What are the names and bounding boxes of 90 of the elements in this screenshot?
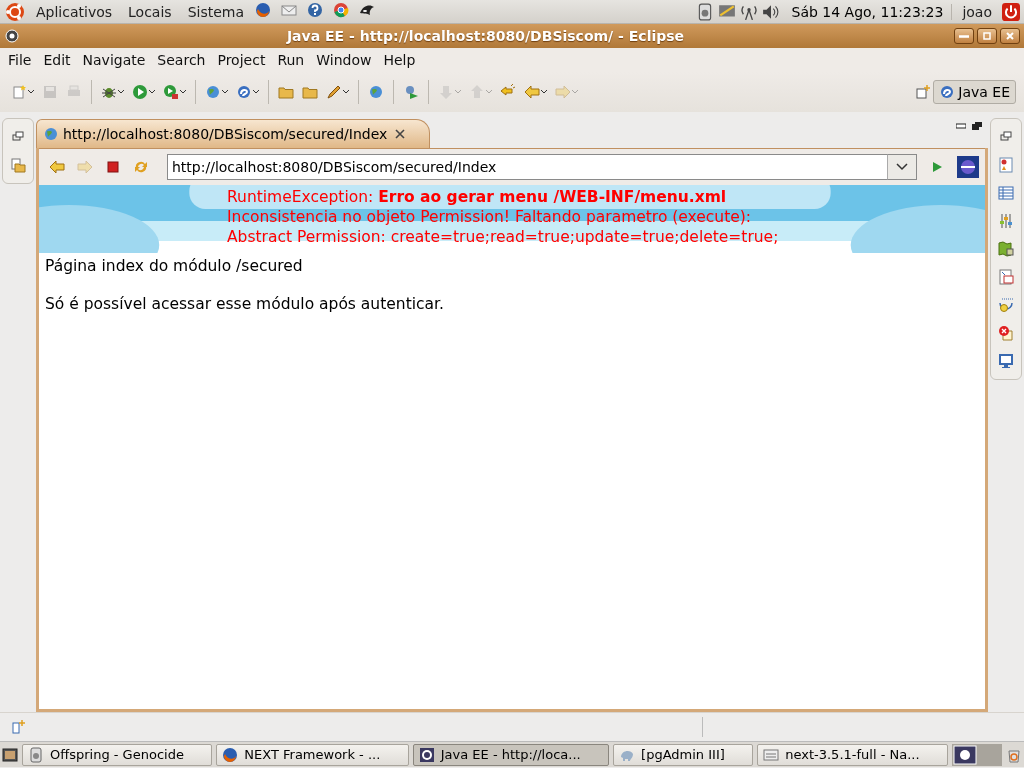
maximize-button[interactable] [977, 28, 997, 44]
caret-icon [541, 90, 547, 94]
menu-item[interactable]: Search [151, 52, 212, 68]
pen-icon [326, 84, 342, 100]
firefox-icon [222, 746, 239, 763]
ubuntu-logo-icon[interactable] [4, 0, 26, 23]
menu-item[interactable]: Edit [37, 52, 77, 68]
folder-icon [278, 84, 294, 100]
sliders-icon[interactable] [998, 213, 1014, 229]
taskbar-button[interactable]: next-3.5.1-full - Na... [757, 743, 948, 766]
workspace-switcher-icon[interactable] [952, 743, 1002, 766]
minimize-icon[interactable] [956, 122, 966, 130]
taskbar-button[interactable]: [pgAdmin III] [613, 743, 754, 766]
caret-icon [118, 90, 124, 94]
stop-icon[interactable] [105, 159, 121, 175]
menu-item[interactable]: File [2, 52, 38, 68]
caret-icon [28, 90, 34, 94]
taskbar-button[interactable]: NEXT Framework - ... [216, 743, 409, 766]
panel-menu[interactable]: Aplicativos [30, 3, 119, 20]
caret-icon [455, 90, 461, 94]
clock[interactable]: Sáb 14 Ago, 11:23:23 [783, 3, 953, 20]
document-icon[interactable] [998, 269, 1014, 285]
caret-icon [222, 90, 228, 94]
perspective-icon [939, 84, 956, 100]
save-icon [42, 84, 58, 100]
file-manager-icon [763, 746, 780, 763]
close-icon [1005, 31, 1015, 41]
power-icon[interactable] [1002, 2, 1020, 21]
page-heading: Página index do módulo /secured [45, 257, 304, 275]
perspective-button[interactable]: Java EE [933, 80, 1016, 104]
folder-icon [302, 84, 318, 100]
window-menu-icon[interactable] [4, 28, 20, 44]
caret-icon [343, 90, 349, 94]
user-name[interactable]: joao [956, 3, 998, 20]
error-log-icon[interactable] [998, 325, 1014, 341]
folder-icon[interactable] [10, 157, 26, 173]
forward-arrow-icon [555, 84, 571, 100]
window-title: Java EE - http://localhost:8080/DBSiscom/ - Eclipse [285, 28, 686, 44]
menu-item[interactable]: Navigate [76, 52, 152, 68]
console-icon[interactable] [998, 353, 1014, 369]
menu-item[interactable]: Window [310, 52, 378, 68]
caret-icon [149, 90, 155, 94]
error-message: RuntimeException: Erro ao gerar menu /WEB-INF/menu.xml [227, 187, 728, 207]
back-arrow-icon [524, 84, 540, 100]
caret-icon [486, 90, 492, 94]
menu-item[interactable]: Project [211, 52, 272, 68]
chrome-icon[interactable] [333, 1, 350, 18]
panel-menu[interactable]: Sistema [181, 3, 251, 20]
firefox-icon[interactable] [255, 1, 272, 18]
maximize-icon[interactable] [972, 122, 982, 130]
deploy-icon [403, 84, 419, 100]
taskbar-button[interactable]: Offspring - Genocide [22, 743, 213, 766]
panel-menu[interactable]: Locais [122, 3, 178, 20]
speaker-icon [28, 746, 44, 763]
servers-icon[interactable] [998, 157, 1014, 173]
caret-icon [253, 90, 259, 94]
eclipse-icon[interactable] [957, 156, 979, 178]
up-arrow-icon [469, 84, 485, 100]
error-message: Abstract Permission: create=true;read=true;update=true;delete=true; [227, 227, 780, 247]
minimize-button[interactable] [954, 28, 974, 44]
gauge-icon[interactable] [998, 297, 1014, 313]
fast-view-icon[interactable] [10, 719, 26, 735]
taskbar-button[interactable]: Java EE - http://loca... [412, 743, 610, 766]
open-perspective-icon[interactable] [915, 84, 932, 100]
close-button[interactable] [1000, 28, 1020, 44]
back-arrow-icon[interactable] [49, 159, 65, 175]
run-icon [132, 84, 148, 100]
globe-icon [205, 84, 221, 100]
caret-icon [572, 90, 578, 94]
error-message: Inconsistencia no objeto Permission! Faltando parametro (execute): [227, 207, 753, 227]
table-icon[interactable] [998, 185, 1014, 201]
new-file-icon [11, 84, 27, 100]
run-tool-icon [163, 84, 179, 100]
close-icon[interactable] [395, 129, 406, 139]
menu-item[interactable]: Help [377, 52, 422, 68]
down-arrow-icon [438, 84, 454, 100]
page-message: Só é possível acessar esse módulo após autenticar. [45, 295, 445, 313]
caret-icon [180, 90, 186, 94]
url-field[interactable]: http://localhost:8080/DBSiscom/secured/Index [167, 154, 887, 180]
map-icon[interactable] [998, 241, 1014, 257]
minimize-icon [959, 34, 969, 38]
editor-tab[interactable]: http://localhost:8080/DBSiscom/secured/Index [36, 119, 431, 148]
menu-item[interactable]: Run [271, 52, 311, 68]
show-desktop-icon[interactable] [2, 746, 18, 763]
maximize-icon [982, 31, 992, 41]
globe-icon [368, 84, 384, 100]
help-icon[interactable] [307, 1, 324, 18]
dropdown-icon[interactable] [896, 163, 908, 171]
eclipse-icon [418, 746, 435, 763]
globe-icon [43, 126, 59, 142]
